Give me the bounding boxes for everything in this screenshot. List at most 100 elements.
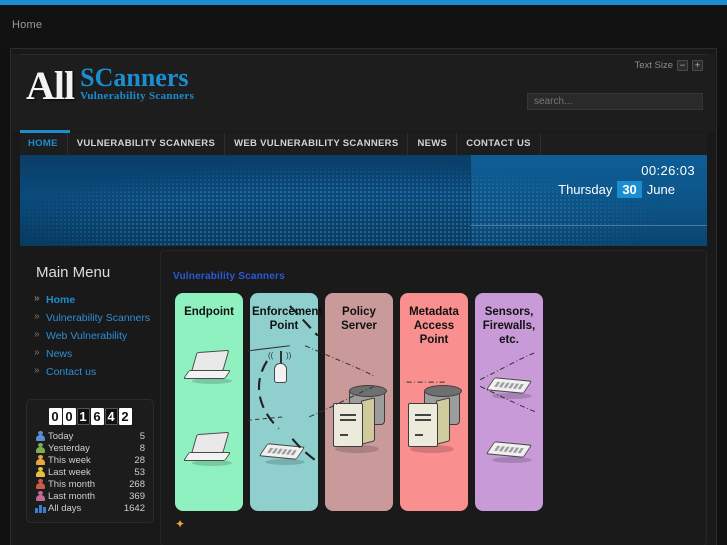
logo-right-block: SCanners Vulnerability Scanners <box>80 63 195 105</box>
counter-digit: 2 <box>118 408 132 425</box>
stat-value: 369 <box>129 490 145 502</box>
stat-value: 28 <box>134 454 145 466</box>
stat-row: All days 1642 <box>33 502 147 514</box>
visitor-counter-module: 0 0 1 6 4 2 Today 5 Yesterday 8 This wee… <box>26 399 154 523</box>
main-content-panel: Vulnerability Scanners Endpoint Enforcem… <box>160 250 707 545</box>
stat-label: This month <box>48 478 95 490</box>
page-title: Vulnerability Scanners <box>173 271 285 282</box>
main-menu-title: Main Menu <box>36 264 111 281</box>
stat-row: Last week 53 <box>33 466 147 478</box>
visitor-icon <box>35 431 46 441</box>
visitor-icon <box>35 455 46 465</box>
network-switch-icon <box>258 443 308 467</box>
server-icon <box>331 385 389 453</box>
banner-vertical-divider <box>470 155 471 246</box>
sidebar-item-vulnerability-scanners[interactable]: Vulnerability Scanners <box>34 309 160 327</box>
stat-label: Last week <box>48 466 91 478</box>
star-icon: ✦ <box>175 517 186 531</box>
stat-row: Today 5 <box>33 430 147 442</box>
laptop-icon <box>182 431 232 466</box>
diagram-column-sensors-firewalls: Sensors, Firewalls, etc. <box>475 293 543 511</box>
stat-label: All days <box>48 502 82 514</box>
search-input[interactable] <box>527 93 703 110</box>
counter-digit: 6 <box>90 408 104 425</box>
diagram-column-title: Sensors, Firewalls, etc. <box>482 306 536 346</box>
nav-item-news[interactable]: NEWS <box>408 133 458 155</box>
counter-digit: 0 <box>48 408 62 425</box>
visitor-icon <box>35 491 46 501</box>
architecture-diagram: Endpoint Enforcement Point (()) Policy S… <box>175 293 543 511</box>
text-size-label: Text Size <box>634 60 673 71</box>
date-weekday: Thursday <box>558 182 613 197</box>
sidebar-item-web-vulnerability[interactable]: Web Vulnerability <box>34 327 160 345</box>
nav-item-home[interactable]: HOME <box>20 133 68 155</box>
stat-label: This week <box>48 454 91 466</box>
hero-banner: 00:26:03 Thursday 30 June <box>20 155 707 246</box>
stat-row: Last month 369 <box>33 490 147 502</box>
stat-label: Yesterday <box>48 442 90 454</box>
stat-label: Last month <box>48 490 95 502</box>
firewall-appliance-icon <box>485 377 535 401</box>
counter-digit: 0 <box>62 408 76 425</box>
nav-item-vulnerability-scanners[interactable]: VULNERABILITY SCANNERS <box>68 133 226 155</box>
text-size-increase-button[interactable]: + <box>692 60 703 71</box>
diagram-column-title: Metadata Access Point <box>409 306 459 346</box>
stat-value: 268 <box>129 478 145 490</box>
diagram-column-endpoint: Endpoint <box>175 293 243 511</box>
stat-value: 53 <box>134 466 145 478</box>
diagram-column-title: Enforcement Point <box>252 306 323 332</box>
logo-secondary-text: SCanners <box>80 63 189 92</box>
site-header: Text Size − + All SCanners Vulnerability… <box>12 54 715 132</box>
sidebar-item-contact-us[interactable]: Contact us <box>34 363 160 381</box>
stat-value: 5 <box>139 430 145 442</box>
breadcrumb[interactable]: Home <box>12 19 42 31</box>
stat-value: 1642 <box>123 502 145 514</box>
bar-chart-icon <box>35 503 46 513</box>
sidebar: Main Menu Home Vulnerability Scanners We… <box>20 250 160 523</box>
laptop-icon <box>182 349 232 384</box>
stat-row: This month 268 <box>33 478 147 490</box>
main-menu-list: Home Vulnerability Scanners Web Vulnerab… <box>20 291 160 387</box>
stat-label: Today <box>48 430 74 442</box>
site-logo[interactable]: All SCanners Vulnerability Scanners <box>26 63 195 108</box>
logo-tagline: Vulnerability Scanners <box>80 90 195 102</box>
visitor-icon <box>35 467 46 477</box>
date-display: Thursday 30 June <box>558 181 675 198</box>
text-size-decrease-button[interactable]: − <box>677 60 688 71</box>
breadcrumb-bar: Home <box>0 5 727 48</box>
diagram-column-title: Policy Server <box>341 306 377 332</box>
site-frame: Text Size − + All SCanners Vulnerability… <box>10 48 717 545</box>
diagram-column-enforcement-point: Enforcement Point (()) <box>250 293 323 511</box>
diagram-column-title: Endpoint <box>184 306 234 318</box>
diagram-column-policy-server: Policy Server <box>325 293 393 511</box>
visitor-icon <box>35 479 46 489</box>
site-frame-inner: Text Size − + All SCanners Vulnerability… <box>12 50 715 545</box>
sidebar-item-news[interactable]: News <box>34 345 160 363</box>
nav-item-contact-us[interactable]: CONTACT US <box>457 133 541 155</box>
stat-row: Yesterday 8 <box>33 442 147 454</box>
date-day: 30 <box>617 181 642 198</box>
header-divider <box>20 54 707 55</box>
sidebar-item-home[interactable]: Home <box>34 291 160 309</box>
wireless-access-point-icon: (()) <box>268 349 294 387</box>
stat-value: 8 <box>139 442 145 454</box>
counter-digit: 4 <box>104 408 118 425</box>
page-root: Home Text Size − + All SCanners Vulnerab… <box>0 0 727 545</box>
server-icon <box>406 385 464 453</box>
stat-row: This week 28 <box>33 454 147 466</box>
text-size-control: Text Size − + <box>634 60 703 71</box>
main-navigation: HOME VULNERABILITY SCANNERS WEB VULNERAB… <box>20 133 707 155</box>
firewall-appliance-icon <box>485 441 535 465</box>
date-month: June <box>646 182 675 197</box>
counter-digit: 1 <box>76 408 90 425</box>
banner-horizontal-divider <box>470 225 707 226</box>
visitor-icon <box>35 443 46 453</box>
nav-item-web-vulnerability-scanners[interactable]: WEB VULNERABILITY SCANNERS <box>225 133 409 155</box>
content-area: Main Menu Home Vulnerability Scanners We… <box>20 250 707 545</box>
main-menu-module: Main Menu Home Vulnerability Scanners We… <box>20 250 160 387</box>
logo-primary-text: All <box>26 63 75 108</box>
diagram-column-metadata-access-point: Metadata Access Point <box>400 293 468 511</box>
world-map-dots <box>20 155 707 246</box>
visitor-counter-digits: 0 0 1 6 4 2 <box>33 408 147 425</box>
clock-time: 00:26:03 <box>641 163 695 178</box>
